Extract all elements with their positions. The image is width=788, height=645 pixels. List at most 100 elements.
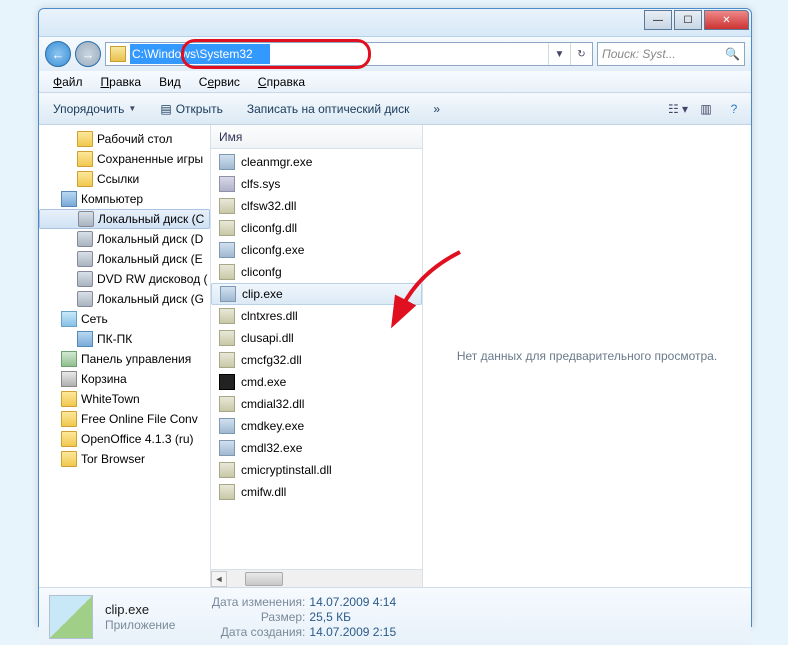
address-bar[interactable]: ▼ ↻ (105, 42, 593, 66)
maximize-button[interactable]: ☐ (674, 10, 702, 30)
file-row[interactable]: clip.exe (211, 283, 422, 305)
file-row[interactable]: cmdial32.dll (211, 393, 422, 415)
file-row[interactable]: cleanmgr.exe (211, 151, 422, 173)
drive-icon (77, 291, 93, 307)
tree-item[interactable]: Ссылки (39, 169, 210, 189)
file-row[interactable]: cmicryptinstall.dll (211, 459, 422, 481)
file-row[interactable]: cmdkey.exe (211, 415, 422, 437)
file-icon (219, 462, 235, 478)
file-icon (219, 176, 235, 192)
tree-item[interactable]: DVD RW дисковод ( (39, 269, 210, 289)
scroll-left-icon[interactable]: ◄ (211, 571, 227, 587)
details-property: Размер:25,5 КБ (195, 610, 396, 624)
tree-label: Ссылки (97, 172, 139, 186)
file-row[interactable]: cmifw.dll (211, 481, 422, 503)
forward-button[interactable]: → (75, 41, 101, 67)
menu-view[interactable]: Вид (151, 73, 189, 91)
prop-key: Дата изменения: (195, 595, 305, 609)
preview-pane-button[interactable]: ▥ (695, 99, 717, 119)
close-button[interactable]: ✕ (704, 10, 749, 30)
tree-item[interactable]: Локальный диск (G (39, 289, 210, 309)
tree-item[interactable]: Free Online File Conv (39, 409, 210, 429)
drive-icon (77, 271, 93, 287)
menu-help[interactable]: Справка (250, 73, 313, 91)
drive-icon (77, 231, 93, 247)
horizontal-scrollbar[interactable]: ◄ (211, 569, 422, 587)
tree-item[interactable]: Сеть (39, 309, 210, 329)
file-row[interactable]: cmdl32.exe (211, 437, 422, 459)
minimize-button[interactable]: — (644, 10, 672, 30)
tree-item[interactable]: Локальный диск (E (39, 249, 210, 269)
tree-label: Локальный диск (E (97, 252, 203, 266)
file-name: clusapi.dll (241, 331, 294, 345)
tree-label: Сеть (81, 312, 108, 326)
tree-label: Сохраненные игры (97, 152, 203, 166)
file-icon (219, 242, 235, 258)
file-name: cliconfg (241, 265, 282, 279)
tree-item[interactable]: OpenOffice 4.1.3 (ru) (39, 429, 210, 449)
tree-label: Корзина (81, 372, 127, 386)
open-button[interactable]: ▤Открыть (152, 98, 230, 120)
tree-label: Панель управления (81, 352, 191, 366)
menu-edit[interactable]: Правка (93, 73, 150, 91)
file-row[interactable]: cliconfg.dll (211, 217, 422, 239)
file-name: clfsw32.dll (241, 199, 296, 213)
menu-file[interactable]: Файл (45, 73, 91, 91)
address-dropdown[interactable]: ▼ (548, 43, 570, 65)
file-icon (219, 352, 235, 368)
more-button[interactable]: » (425, 98, 448, 120)
tree-item[interactable]: Корзина (39, 369, 210, 389)
tree-label: Tor Browser (81, 452, 145, 466)
tree-item[interactable]: Локальный диск (D (39, 229, 210, 249)
tree-item[interactable]: Панель управления (39, 349, 210, 369)
file-name: cmdkey.exe (241, 419, 304, 433)
file-icon (220, 286, 236, 302)
column-header-name[interactable]: Имя (211, 125, 422, 149)
menu-tools[interactable]: Сервис (191, 73, 248, 91)
file-row[interactable]: cliconfg (211, 261, 422, 283)
file-row[interactable]: cmd.exe (211, 371, 422, 393)
details-filetype: Приложение (105, 618, 175, 632)
prop-key: Размер: (195, 610, 305, 624)
view-mode-button[interactable]: ☷ ▾ (667, 99, 689, 119)
file-row[interactable]: clfsw32.dll (211, 195, 422, 217)
folder-icon (77, 131, 93, 147)
drive-icon (78, 211, 94, 227)
tree-label: WhiteTown (81, 392, 140, 406)
nav-tree[interactable]: Рабочий стол Сохраненные игры Ссылки Компью… (39, 125, 211, 587)
file-name: cmdial32.dll (241, 397, 304, 411)
title-bar[interactable]: — ☐ ✕ (39, 9, 751, 37)
tree-item[interactable]: ПК-ПК (39, 329, 210, 349)
file-list: Имя cleanmgr.exe clfs.sys clfsw32.dll clico… (211, 125, 423, 587)
file-row[interactable]: clusapi.dll (211, 327, 422, 349)
file-name: cliconfg.exe (241, 243, 304, 257)
details-thumbnail (49, 595, 93, 639)
file-row[interactable]: cliconfg.exe (211, 239, 422, 261)
file-icon (219, 330, 235, 346)
tree-item[interactable]: Сохраненные игры (39, 149, 210, 169)
tree-label: Компьютер (81, 192, 143, 206)
tree-label: DVD RW дисковод ( (97, 272, 208, 286)
organize-button[interactable]: Упорядочить▼ (45, 98, 144, 120)
tree-item[interactable]: WhiteTown (39, 389, 210, 409)
tree-label: Free Online File Conv (81, 412, 198, 426)
tree-item[interactable]: Tor Browser (39, 449, 210, 469)
tree-item[interactable]: Локальный диск (C (39, 209, 210, 229)
nav-row: ← → ▼ ↻ Поиск: Syst... 🔍 (39, 37, 751, 71)
folder-icon (61, 391, 77, 407)
scroll-thumb[interactable] (245, 572, 283, 586)
file-name: clfs.sys (241, 177, 280, 191)
preview-pane: Нет данных для предварительного просмотр… (423, 125, 751, 587)
tree-item[interactable]: Компьютер (39, 189, 210, 209)
search-box[interactable]: Поиск: Syst... 🔍 (597, 42, 745, 66)
burn-button[interactable]: Записать на оптический диск (239, 98, 418, 120)
refresh-button[interactable]: ↻ (570, 43, 592, 65)
file-icon (219, 374, 235, 390)
tree-item[interactable]: Рабочий стол (39, 129, 210, 149)
address-input[interactable] (130, 44, 270, 64)
help-button[interactable]: ? (723, 99, 745, 119)
back-button[interactable]: ← (45, 41, 71, 67)
file-row[interactable]: cmcfg32.dll (211, 349, 422, 371)
file-row[interactable]: clfs.sys (211, 173, 422, 195)
file-row[interactable]: clntxres.dll (211, 305, 422, 327)
